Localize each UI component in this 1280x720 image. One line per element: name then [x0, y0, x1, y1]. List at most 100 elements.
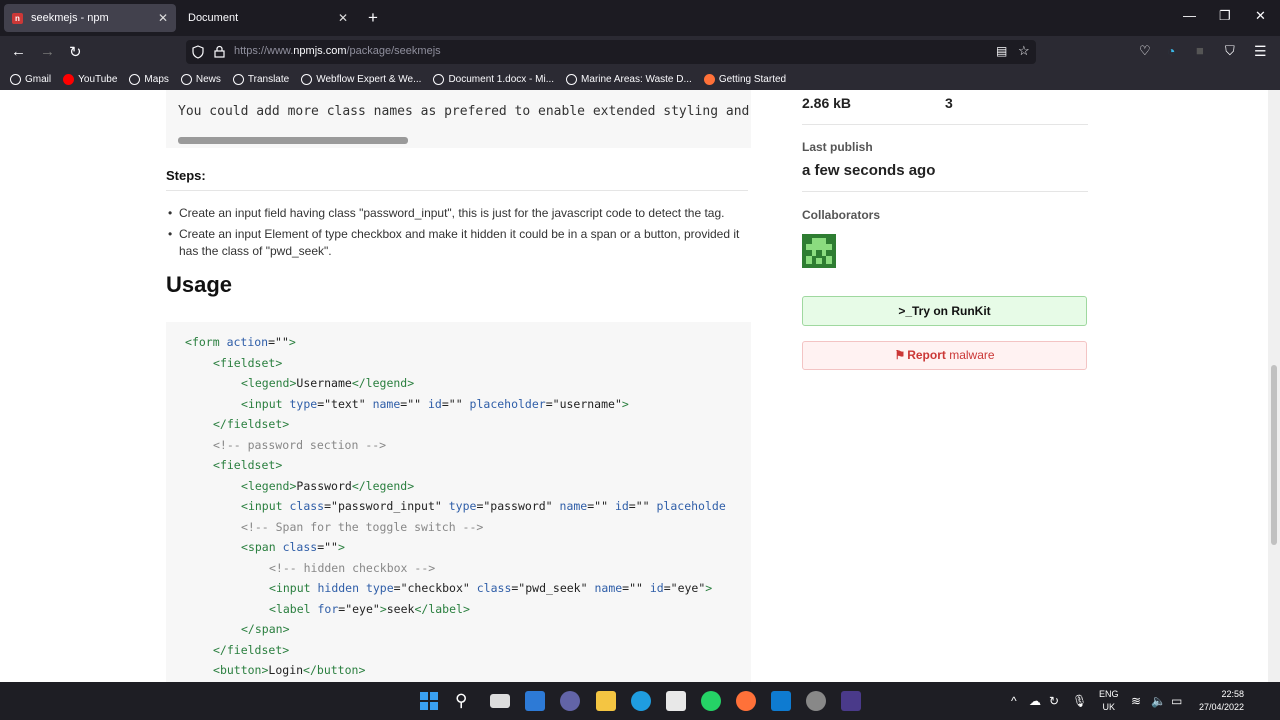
last-publish-value: a few seconds ago	[802, 162, 936, 179]
webflow-icon	[301, 73, 313, 85]
close-tab-icon[interactable]: ✕	[338, 11, 348, 25]
minimize-icon[interactable]: —	[1183, 8, 1196, 23]
code-line: <fieldset>	[213, 458, 283, 472]
divider	[802, 191, 1088, 192]
url-text: https://www.npmjs.com/package/seekmejs	[234, 45, 441, 57]
search-icon[interactable]: ⚲	[455, 691, 475, 711]
app-icon[interactable]	[806, 691, 826, 711]
code-line: <input class="password_input" type="pass…	[241, 499, 726, 513]
microphone-icon[interactable]: 🎙	[1072, 694, 1087, 708]
pocket-icon[interactable]: ♡	[1139, 43, 1151, 59]
collaborator-identicon-icon	[802, 234, 836, 268]
reader-view-icon[interactable]: ▤	[996, 44, 1007, 58]
bookmark-star-icon[interactable]: ☆	[1018, 43, 1030, 59]
url-bar[interactable]: https://www.npmjs.com/package/seekmejs ▤…	[186, 40, 1036, 64]
code-line: <input type="text" name="" id="" placeho…	[241, 396, 629, 411]
app-icon[interactable]	[841, 691, 861, 711]
reload-icon[interactable]: ↻	[69, 43, 82, 61]
wifi-icon[interactable]: ≋	[1131, 694, 1141, 708]
code-line: </fieldset>	[213, 417, 290, 431]
store-icon[interactable]	[666, 691, 686, 711]
bookmark-getting-started[interactable]: Getting Started	[703, 73, 786, 85]
chevron-up-icon[interactable]: ^	[1011, 694, 1017, 708]
chat-icon[interactable]	[560, 691, 580, 711]
bookmark-maps[interactable]: Maps	[129, 73, 169, 85]
page-scrollbar[interactable]	[1268, 90, 1280, 682]
vscode-icon[interactable]	[771, 691, 791, 711]
horizontal-scrollbar[interactable]	[178, 137, 408, 144]
tab-label: Document	[188, 12, 239, 24]
code-line: <!-- Span for the toggle switch -->	[241, 519, 484, 534]
try-on-runkit-button[interactable]: >_Try on RunKit	[802, 296, 1087, 326]
widgets-icon[interactable]	[525, 691, 545, 711]
bookmark-marine-areas[interactable]: Marine Areas: Waste D...	[566, 73, 692, 85]
bookmark-news[interactable]: News	[180, 73, 221, 85]
usage-heading: Usage	[166, 272, 233, 297]
lock-icon	[214, 45, 225, 58]
globe-icon	[129, 73, 141, 85]
scrollbar-thumb[interactable]	[1271, 365, 1277, 545]
close-tab-icon[interactable]: ✕	[158, 11, 168, 25]
edge-icon[interactable]	[631, 691, 651, 711]
code-line: <legend>Password</legend>	[241, 478, 415, 493]
bookmark-translate[interactable]: Translate	[232, 73, 289, 85]
page-content: You could add more class names as prefer…	[0, 90, 1280, 682]
firefox-icon	[703, 73, 715, 85]
avatar[interactable]	[802, 234, 836, 268]
shield-icon	[192, 45, 204, 59]
sync-icon[interactable]: ↻	[1049, 694, 1059, 708]
usage-code-block: <form action=""> <fieldset> <legend>Userna…	[166, 322, 751, 682]
whatsapp-icon[interactable]	[701, 691, 721, 711]
code-line: <label for="eye">seek</label>	[269, 601, 470, 616]
extension-shield-icon[interactable]: ⛉	[1225, 43, 1235, 59]
code-block-top: You could add more class names as prefer…	[166, 90, 751, 148]
globe-icon	[566, 73, 578, 85]
code-line: <form action="">	[185, 335, 296, 349]
code-line: <!-- hidden checkbox -->	[269, 560, 436, 575]
code-line: You could add more class names as prefer…	[178, 104, 751, 119]
sync-icon[interactable]: ◔	[1167, 43, 1175, 59]
forward-icon[interactable]: →	[40, 43, 55, 60]
tab-bar: n seekmejs - npm ✕ Document ✕ + — ❐ ✕	[0, 0, 1280, 36]
firefox-icon[interactable]	[736, 691, 756, 711]
code-line: <button>Login</button>	[213, 663, 366, 677]
list-item: Create an input field having class "pass…	[166, 205, 751, 222]
language-indicator[interactable]: ENG UK	[1099, 688, 1119, 714]
code-line: <legend>Username</legend>	[241, 376, 415, 390]
new-tab-icon[interactable]: +	[368, 8, 378, 28]
divider	[802, 124, 1088, 125]
globe-icon	[232, 73, 244, 85]
back-icon[interactable]: ←	[11, 43, 26, 60]
nav-bar: ← → ↻ https://www.npmjs.com/package/seek…	[0, 36, 1280, 68]
code-line: </span>	[241, 622, 290, 636]
code-line: <input hidden type="checkbox" class="pwd…	[269, 581, 713, 595]
bookmark-document[interactable]: Document 1.docx - Mi...	[433, 73, 554, 85]
volume-icon[interactable]: 🔈	[1151, 694, 1166, 708]
terminal-icon: >_	[898, 304, 912, 318]
taskbar: ⚲ ^ ☁ ↻ 🎙 ENG UK ≋ 🔈 ▭ 22:58 27/04/2022	[0, 682, 1280, 720]
bookmark-gmail[interactable]: Gmail	[10, 73, 51, 85]
task-view-icon[interactable]	[490, 694, 510, 708]
report-malware-button[interactable]: ⚑ Report malware	[802, 341, 1087, 370]
unpacked-size-value: 2.86 kB	[802, 95, 852, 111]
bookmark-youtube[interactable]: YouTube	[63, 73, 117, 85]
file-explorer-icon[interactable]	[596, 691, 616, 711]
globe-icon	[433, 73, 445, 85]
tab-seekmejs[interactable]: n seekmejs - npm ✕	[4, 4, 176, 32]
code-line: </fieldset>	[213, 642, 290, 657]
cloud-icon[interactable]: ☁	[1029, 694, 1041, 708]
battery-icon[interactable]: ▭	[1171, 694, 1182, 708]
collaborators-label: Collaborators	[802, 208, 881, 222]
extension-icon[interactable]: ■	[1196, 43, 1204, 58]
windows-start-icon[interactable]	[419, 691, 439, 711]
tab-document[interactable]: Document ✕	[180, 4, 356, 32]
bookmark-webflow[interactable]: Webflow Expert & We...	[301, 73, 421, 85]
youtube-icon	[63, 73, 75, 85]
last-publish-label: Last publish	[802, 140, 873, 154]
restore-icon[interactable]: ❐	[1219, 8, 1231, 24]
close-window-icon[interactable]: ✕	[1255, 8, 1266, 24]
clock[interactable]: 22:58 27/04/2022	[1199, 688, 1244, 714]
steps-heading: Steps:	[166, 168, 206, 183]
code-line: <!-- password section -->	[213, 437, 387, 452]
menu-icon[interactable]: ☰	[1254, 43, 1267, 60]
